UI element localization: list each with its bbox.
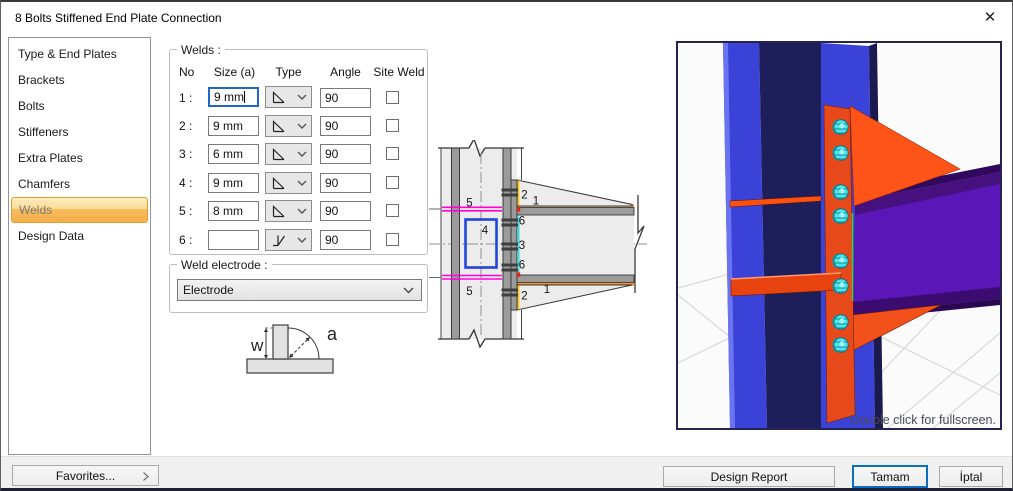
col-header-size: Size (a) — [209, 65, 260, 79]
fillet-weld-icon — [271, 148, 286, 161]
weld-row-label: 5 : — [179, 204, 203, 218]
weld-type-select[interactable] — [265, 86, 312, 108]
page-title: 8 Bolts Stiffened End Plate Connection — [15, 11, 222, 25]
weld-electrode-group: Weld electrode : Electrode — [169, 264, 428, 313]
weld-type-select[interactable] — [265, 229, 312, 251]
weld-type-select[interactable] — [265, 172, 312, 194]
weld-angle-input[interactable]: 90 — [320, 116, 371, 136]
chevron-down-icon — [297, 180, 307, 187]
weld-size-input[interactable]: 9 mm — [208, 116, 259, 136]
chevron-down-icon — [297, 151, 307, 158]
weld-row-label: 6 : — [179, 233, 203, 247]
fillet-weld-icon — [271, 120, 286, 133]
weld-throat-label: a — [327, 324, 338, 344]
weld-angle-input[interactable]: 90 — [320, 201, 371, 221]
callout-2-top: 2 — [521, 190, 527, 202]
callout-3: 3 — [519, 240, 525, 252]
weld-angle-input[interactable]: 90 — [320, 173, 371, 193]
cancel-button[interactable]: İptal — [939, 466, 1003, 487]
connection-2d-diagram: 5 2 1 6 4 3 6 5 2 1 — [426, 140, 651, 352]
connection-3d-render: Double click for fullscreen. — [678, 43, 1000, 428]
welds-group: Welds : No Size (a) Type Angle Site Weld… — [169, 49, 428, 255]
favorites-button[interactable]: Favorites... — [12, 465, 159, 486]
sidebar-item-stiffeners[interactable]: Stiffeners — [11, 119, 148, 145]
weld-leg-label: w — [250, 336, 264, 355]
weld-row-label: 4 : — [179, 176, 203, 190]
chevron-down-icon — [297, 123, 307, 130]
site-weld-checkbox[interactable] — [386, 119, 399, 132]
design-report-button[interactable]: Design Report — [663, 466, 835, 487]
sidebar-item-chamfers[interactable]: Chamfers — [11, 171, 148, 197]
text-caret — [244, 91, 245, 103]
col-header-type: Type — [265, 65, 312, 79]
chevron-down-icon — [297, 94, 307, 101]
weld-angle-input[interactable]: 90 — [320, 230, 371, 250]
weld-type-select[interactable] — [265, 143, 312, 165]
sidebar-item-type-end-plates[interactable]: Type & End Plates — [11, 41, 148, 67]
callout-4: 4 — [482, 225, 489, 237]
weld-row-label: 1 : — [179, 91, 203, 105]
chevron-down-icon — [403, 287, 414, 294]
weld-row-label: 3 : — [179, 147, 203, 161]
sidebar-item-welds[interactable]: Welds — [11, 197, 148, 223]
chevron-down-icon — [297, 208, 307, 215]
welds-group-label: Welds : — [177, 43, 225, 57]
callout-5-bottom: 5 — [466, 286, 472, 298]
site-weld-checkbox[interactable] — [386, 91, 399, 104]
title-bar: 8 Bolts Stiffened End Plate Connection ✕ — [1, 2, 1012, 34]
weld-type-select[interactable] — [265, 115, 312, 137]
footer-bar: Favorites... Design Report Tamam İptal — [1, 456, 1012, 490]
weld-throat-diagram: w a — [239, 318, 349, 384]
callout-1-bottom: 1 — [544, 284, 550, 296]
col-header-no: No — [179, 65, 194, 79]
col-header-site-weld: Site Weld — [373, 65, 425, 79]
weld-size-input[interactable]: 9 mm — [208, 173, 259, 193]
site-weld-checkbox[interactable] — [386, 204, 399, 217]
chevron-down-icon — [297, 237, 307, 244]
callout-5-top: 5 — [466, 198, 472, 210]
callout-6-top: 6 — [519, 216, 525, 228]
site-weld-checkbox[interactable] — [386, 176, 399, 189]
fillet-weld-icon — [271, 91, 286, 104]
fillet-weld-icon — [271, 205, 286, 218]
weld-angle-input[interactable]: 90 — [320, 88, 371, 108]
sidebar-item-brackets[interactable]: Brackets — [11, 67, 148, 93]
weld-electrode-group-label: Weld electrode : — [177, 258, 272, 272]
weld-type-select[interactable] — [265, 200, 312, 222]
sidebar-item-design-data[interactable]: Design Data — [11, 223, 148, 249]
site-weld-checkbox[interactable] — [386, 147, 399, 160]
fullscreen-hint: Double click for fullscreen. — [850, 413, 996, 427]
site-weld-checkbox[interactable] — [386, 233, 399, 246]
close-icon[interactable]: ✕ — [978, 7, 1002, 29]
weld-angle-input[interactable]: 90 — [320, 144, 371, 164]
weld-size-input[interactable]: 9 mm — [208, 87, 259, 107]
callout-2-bottom: 2 — [521, 291, 527, 303]
ok-button[interactable]: Tamam — [852, 465, 928, 488]
sidebar-item-extra-plates[interactable]: Extra Plates — [11, 145, 148, 171]
flyout-arrow-icon — [143, 472, 149, 481]
viewer-3d[interactable]: Double click for fullscreen. — [676, 41, 1002, 430]
weld-size-input[interactable]: 8 mm — [208, 201, 259, 221]
weld-row-label: 2 : — [179, 119, 203, 133]
bevel-weld-icon — [271, 234, 286, 247]
callout-6-bottom: 6 — [519, 260, 525, 272]
fillet-weld-icon — [271, 177, 286, 190]
weld-size-input[interactable] — [208, 230, 259, 250]
callout-1-top: 1 — [533, 196, 539, 208]
sidebar-item-bolts[interactable]: Bolts — [11, 93, 148, 119]
category-sidebar: Type & End Plates Brackets Bolts Stiffen… — [8, 37, 151, 455]
connection-dialog: 8 Bolts Stiffened End Plate Connection ✕… — [0, 0, 1013, 491]
electrode-combobox[interactable]: Electrode — [177, 279, 422, 301]
weld-size-input[interactable]: 6 mm — [208, 144, 259, 164]
col-header-angle: Angle — [320, 65, 371, 79]
